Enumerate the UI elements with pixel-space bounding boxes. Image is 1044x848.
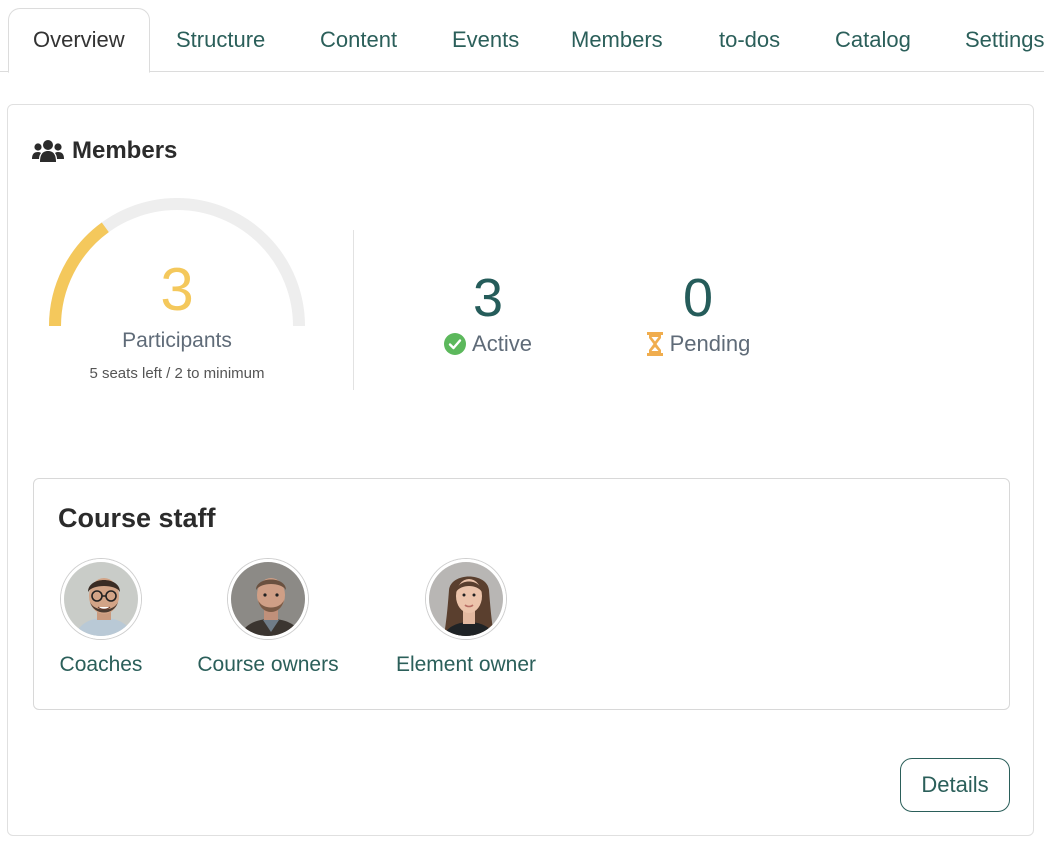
tab-events[interactable]: Events bbox=[452, 8, 519, 72]
users-icon bbox=[32, 140, 64, 162]
tab-overview[interactable]: Overview bbox=[8, 8, 150, 73]
element-owner-link[interactable]: Element owner bbox=[390, 653, 542, 677]
members-heading: Members bbox=[32, 137, 177, 165]
element-owner-avatar-image bbox=[429, 562, 503, 636]
active-label: Active bbox=[472, 331, 532, 356]
active-count: 3 bbox=[472, 268, 504, 328]
tab-bar: Overview Structure Content Events Member… bbox=[0, 0, 1044, 73]
course-staff-panel: Course staff Coaches Course owners Eleme… bbox=[33, 478, 1010, 710]
tab-to-dos[interactable]: to-dos bbox=[719, 8, 780, 72]
avatar[interactable] bbox=[61, 559, 141, 639]
tab-content[interactable]: Content bbox=[320, 8, 397, 72]
pending-label-row: Pending bbox=[628, 331, 768, 357]
active-label-row: Active bbox=[428, 331, 548, 357]
active-stat: 3 Active bbox=[428, 267, 548, 357]
tab-members[interactable]: Members bbox=[571, 8, 663, 72]
staff-element-owner[interactable]: Element owner bbox=[390, 559, 542, 677]
staff-course-owners[interactable]: Course owners bbox=[192, 559, 344, 677]
tab-structure[interactable]: Structure bbox=[176, 8, 265, 72]
seats-info: 5 seats left / 2 to minimum bbox=[89, 365, 265, 382]
members-card: Members 3 Participants 5 seats left / 2 … bbox=[7, 104, 1034, 836]
check-circle-icon bbox=[444, 333, 467, 355]
avatar[interactable] bbox=[228, 559, 308, 639]
hourglass-icon bbox=[646, 332, 663, 356]
coaches-link[interactable]: Coaches bbox=[58, 653, 144, 677]
owner-avatar-image bbox=[231, 562, 305, 636]
coach-avatar-image bbox=[64, 562, 138, 636]
pending-label: Pending bbox=[669, 331, 751, 356]
course-staff-title: Course staff bbox=[58, 503, 216, 533]
participants-count: 3 bbox=[160, 256, 194, 323]
avatar[interactable] bbox=[426, 559, 506, 639]
course-owners-link[interactable]: Course owners bbox=[192, 653, 344, 677]
participants-label: Participants bbox=[122, 329, 232, 352]
tab-settings[interactable]: Settings bbox=[965, 8, 1044, 72]
details-button[interactable]: Details bbox=[900, 758, 1010, 812]
staff-coaches[interactable]: Coaches bbox=[58, 559, 144, 677]
divider bbox=[353, 230, 354, 390]
pending-stat: 0 Pending bbox=[628, 267, 768, 357]
members-title: Members bbox=[72, 137, 178, 164]
tab-catalog[interactable]: Catalog bbox=[835, 8, 911, 72]
pending-count: 0 bbox=[682, 268, 714, 328]
